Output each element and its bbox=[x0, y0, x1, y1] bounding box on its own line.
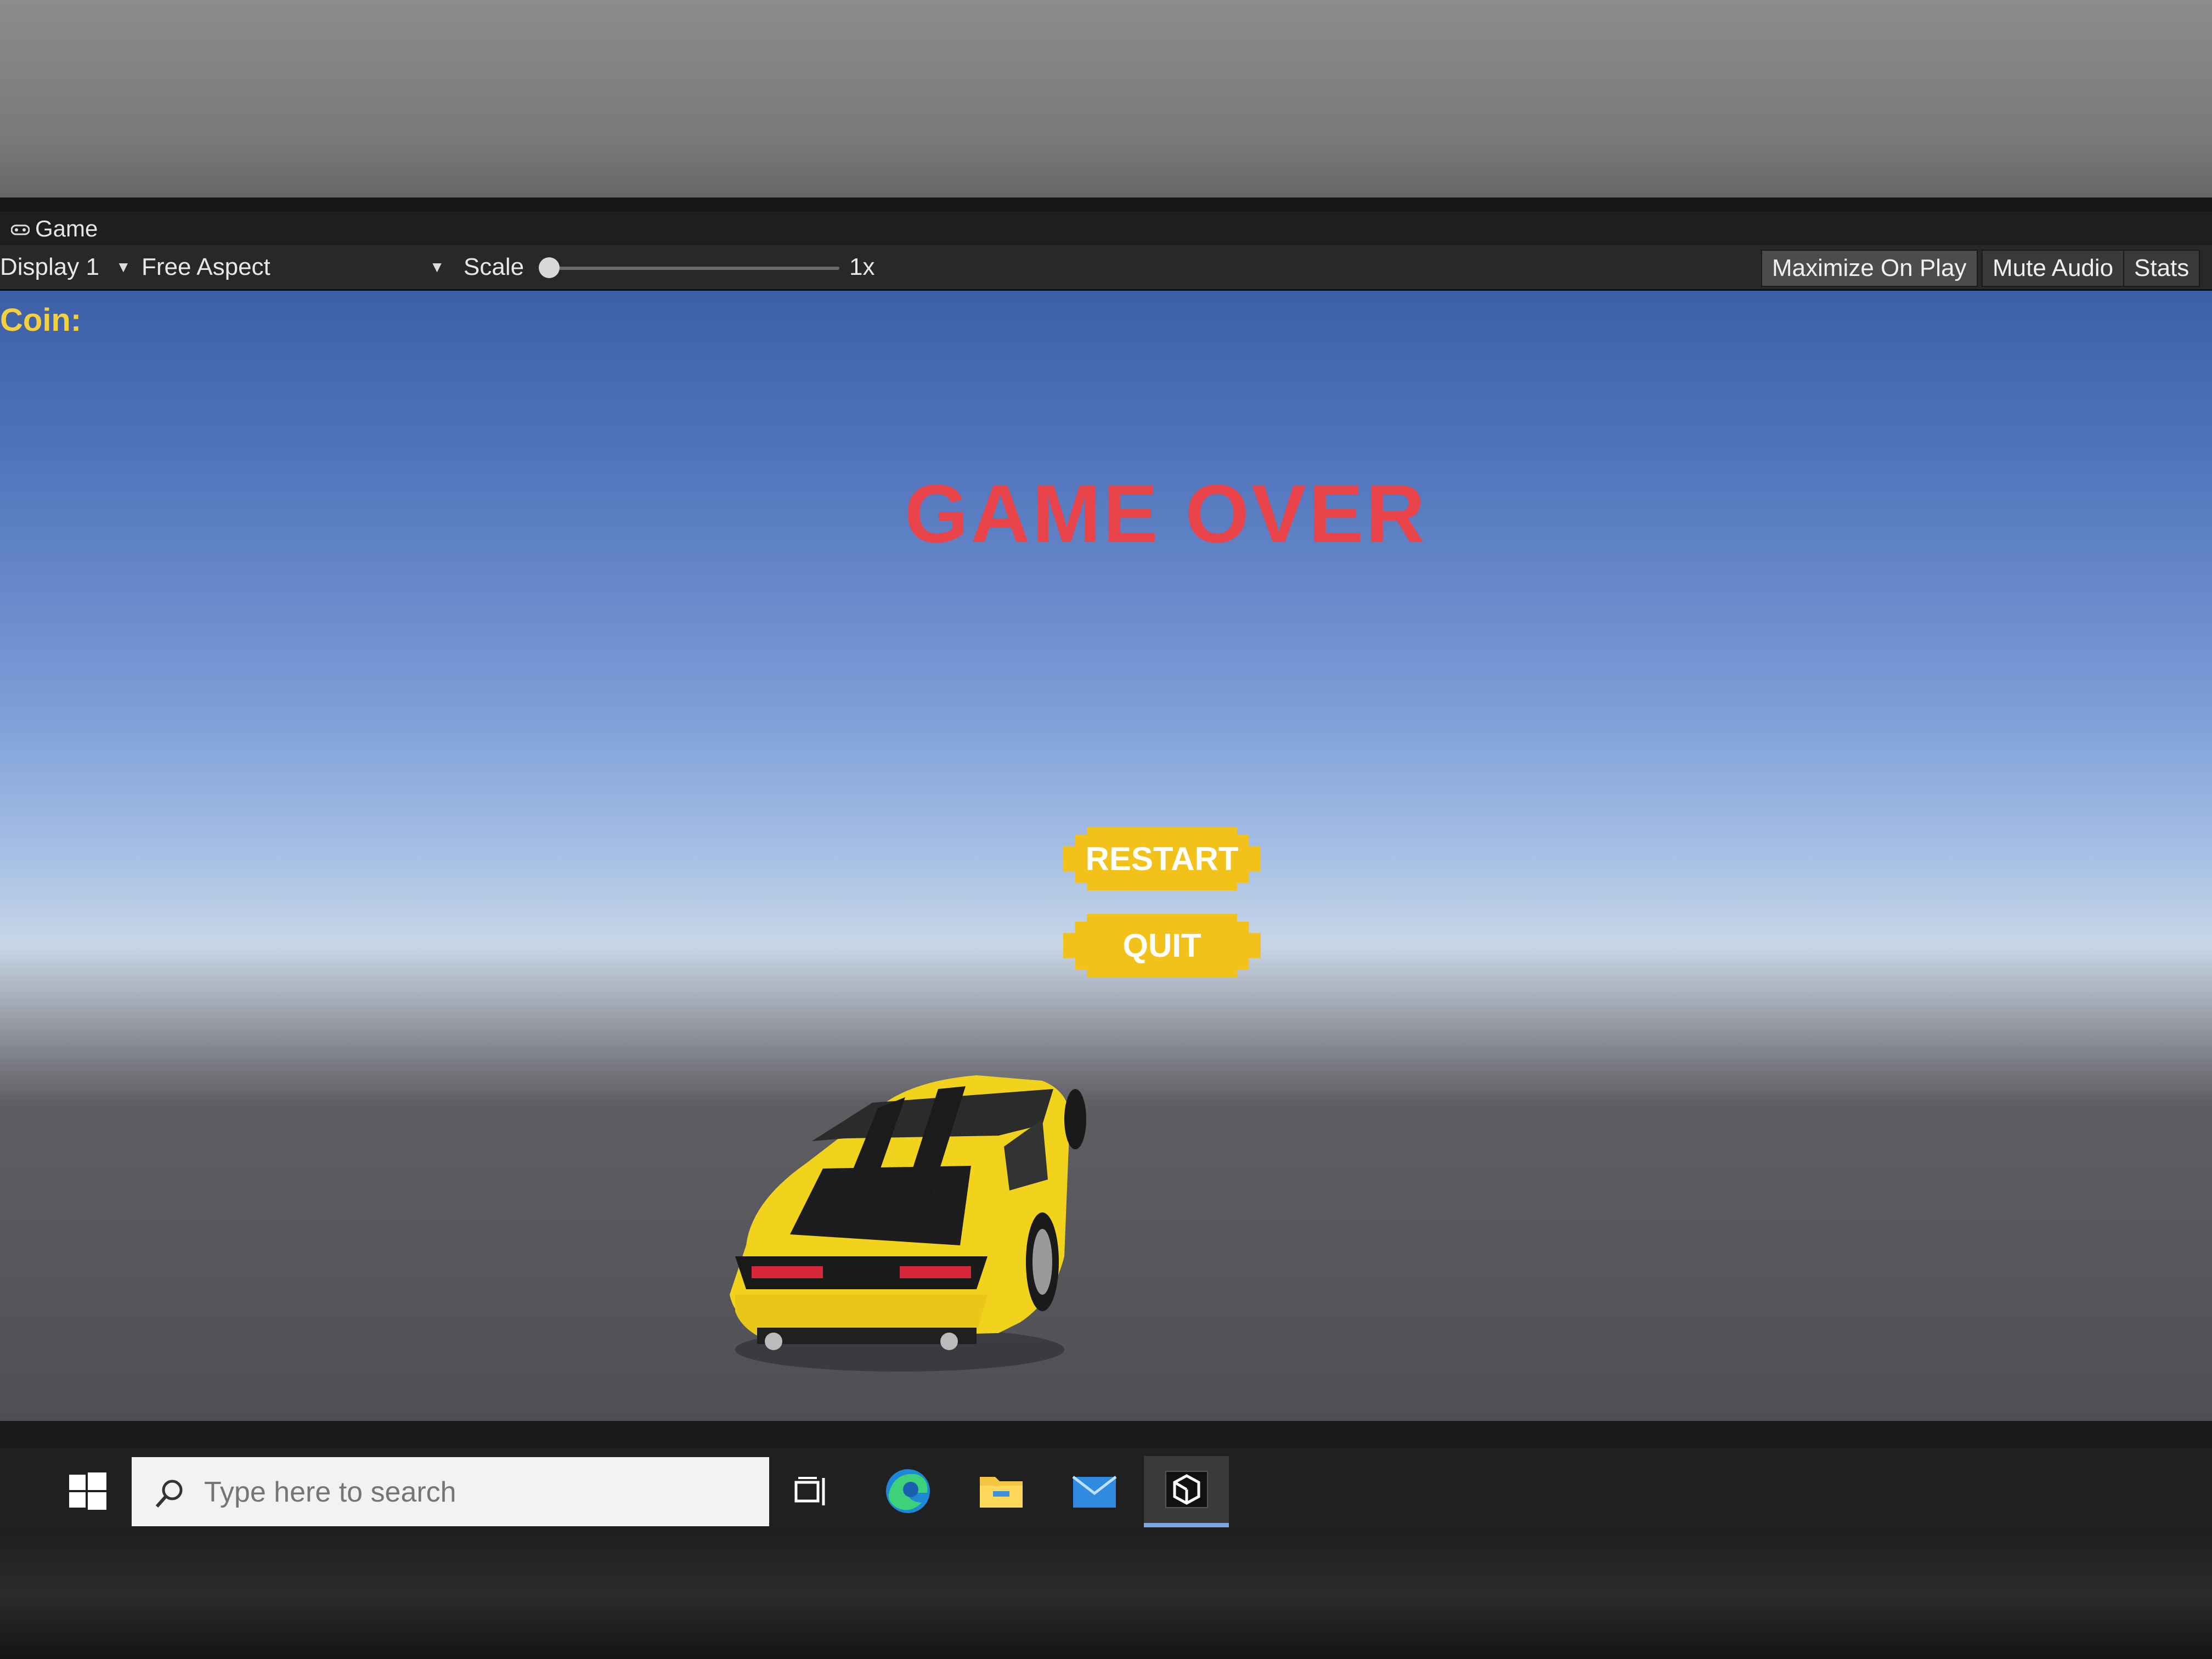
file-explorer-icon[interactable] bbox=[974, 1464, 1029, 1519]
unity-icon[interactable] bbox=[1144, 1456, 1229, 1527]
task-view-icon[interactable] bbox=[785, 1464, 839, 1519]
search-icon bbox=[154, 1477, 187, 1510]
yellow-sports-car bbox=[730, 1075, 1086, 1372]
display-dropdown[interactable]: Display 1 ▼ bbox=[0, 245, 131, 289]
scale-slider-track[interactable] bbox=[549, 267, 839, 270]
quit-button-label: QUIT bbox=[1122, 927, 1201, 964]
game-tab[interactable]: Game bbox=[0, 215, 109, 243]
taskbar-search-box[interactable] bbox=[132, 1457, 769, 1526]
aspect-dropdown[interactable]: Free Aspect ▼ bbox=[142, 245, 445, 289]
game-tab-bar: Game bbox=[0, 211, 2212, 245]
scale-value: 1x bbox=[849, 253, 875, 280]
game-tab-label: Game bbox=[35, 216, 98, 241]
restart-button-label: RESTART bbox=[1085, 840, 1239, 877]
coin-counter-label: Coin: bbox=[0, 302, 82, 338]
gamepad-icon bbox=[10, 216, 30, 242]
maximize-on-play-button[interactable]: Maximize On Play bbox=[1761, 250, 1978, 287]
chevron-down-icon: ▼ bbox=[115, 258, 131, 275]
stats-button[interactable]: Stats bbox=[2123, 250, 2200, 287]
windows-taskbar bbox=[0, 1448, 2212, 1531]
game-viewport: Coin: GAME OVER RESTART QUIT bbox=[0, 291, 2212, 1421]
display-label: Display 1 bbox=[0, 253, 99, 280]
mail-icon[interactable] bbox=[1067, 1464, 1122, 1519]
quit-button[interactable]: QUIT bbox=[1063, 914, 1261, 977]
scale-slider-handle[interactable] bbox=[539, 257, 560, 278]
edge-icon[interactable] bbox=[881, 1464, 935, 1519]
mute-audio-button[interactable]: Mute Audio bbox=[1982, 250, 2125, 287]
chevron-down-icon: ▼ bbox=[429, 258, 445, 275]
restart-button[interactable]: RESTART bbox=[1063, 827, 1261, 890]
room-background bbox=[0, 0, 2212, 230]
game-view-toolbar: Display 1 ▼ Free Aspect ▼ Scale 1x Maxim… bbox=[0, 245, 2212, 291]
windows-start-icon[interactable] bbox=[66, 1469, 110, 1513]
game-over-title: GAME OVER bbox=[904, 467, 1427, 560]
monitor-bezel-bottom bbox=[0, 1531, 2212, 1659]
taskbar-search-input[interactable] bbox=[203, 1474, 699, 1511]
aspect-label: Free Aspect bbox=[142, 253, 270, 280]
scale-label: Scale bbox=[464, 253, 524, 280]
